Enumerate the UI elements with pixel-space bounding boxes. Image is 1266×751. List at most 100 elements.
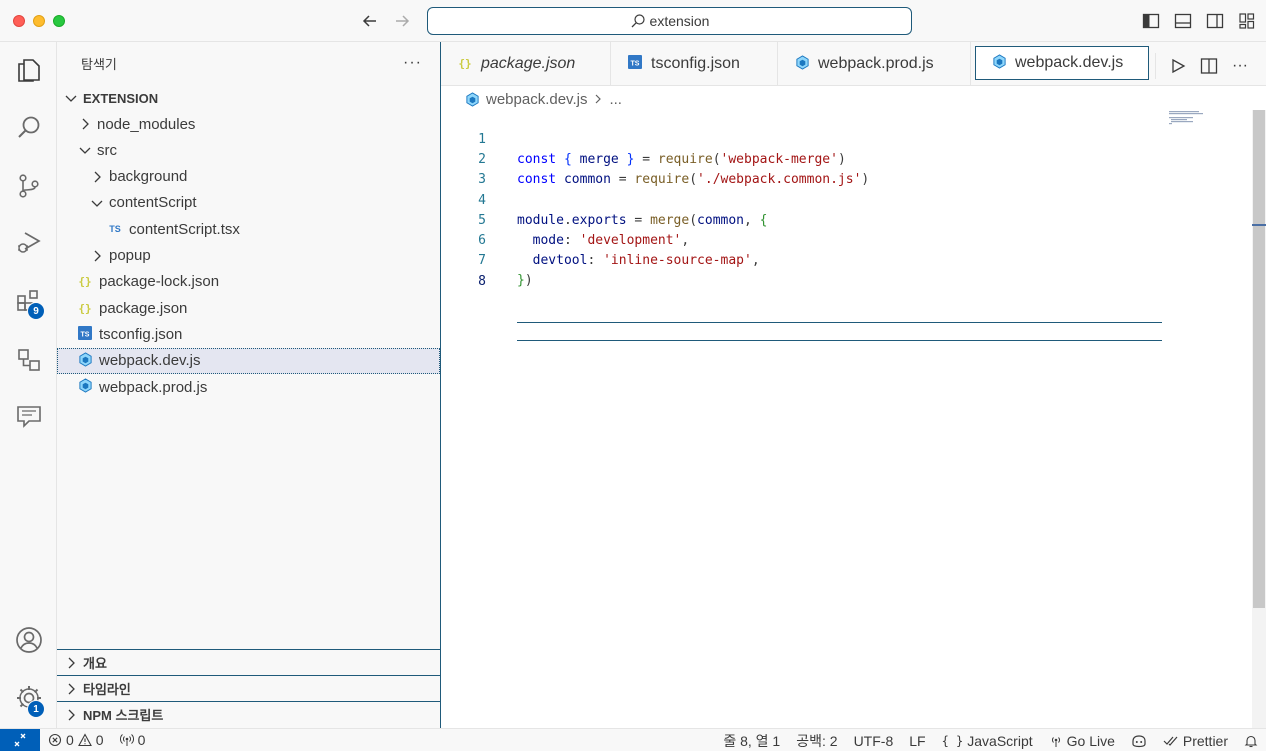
close-window-button[interactable] (13, 15, 25, 27)
tree-item-label: package.json (99, 299, 188, 317)
remote-indicator-button[interactable] (0, 728, 40, 751)
typescript-file-icon: TS (109, 224, 121, 235)
copilot-button[interactable] (1123, 734, 1155, 748)
prettier-button[interactable]: Prettier (1155, 733, 1236, 749)
tree-file[interactable]: {} package-lock.json (57, 269, 440, 295)
tree-file[interactable]: TS contentScript.tsx (57, 216, 440, 242)
back-arrow-icon[interactable] (360, 11, 380, 31)
ports-indicator[interactable]: 0 (112, 732, 154, 748)
remote-explorer-icon (17, 349, 40, 371)
tree-folder[interactable]: node_modules (57, 111, 440, 137)
go-live-button[interactable]: Go Live (1041, 733, 1123, 749)
json-file-icon: {} (458, 57, 472, 70)
tab-label: webpack.prod.js (818, 54, 934, 72)
explorer-activity-button[interactable] (0, 46, 57, 94)
activity-bar: 9 1 (0, 42, 57, 728)
go-live-text: Go Live (1066, 732, 1115, 749)
outline-section[interactable]: 개요 (57, 649, 440, 675)
toggle-primary-sidebar-icon[interactable] (1142, 12, 1160, 30)
breadcrumb-file[interactable]: webpack.dev.js (486, 91, 587, 108)
ports-count: 0 (137, 732, 146, 748)
settings-badge: 1 (27, 700, 45, 718)
explorer-sidebar: 탐색기 ··· EXTENSION node_modulessrc backgro… (57, 42, 441, 728)
tree-item-label: src (97, 141, 117, 159)
chevron-right-icon (68, 683, 75, 694)
search-icon (631, 14, 645, 28)
tree-item-label: tsconfig.json (99, 325, 183, 343)
chat-activity-button[interactable] (0, 392, 57, 440)
problems-indicator[interactable]: 0 0 (40, 732, 112, 748)
tab-tsconfig-json[interactable]: TS tsconfig.json (611, 42, 778, 85)
eol-text: LF (909, 732, 926, 749)
more-actions-icon[interactable]: ··· (1232, 57, 1248, 75)
chevron-right-icon (596, 94, 602, 104)
tsconfig-file-icon: TS (77, 325, 93, 343)
manage-activity-button[interactable]: 1 (0, 674, 57, 722)
explorer-title: 탐색기 (81, 56, 117, 72)
cursor-position-text: 줄 8, 열 1 (723, 732, 781, 749)
current-line-highlight (517, 322, 1162, 341)
npm-scripts-section[interactable]: NPM 스크립트 (57, 701, 440, 727)
forward-arrow-icon[interactable] (392, 11, 412, 31)
run-debug-activity-button[interactable] (0, 218, 57, 266)
customize-layout-icon[interactable] (1238, 12, 1256, 30)
tree-file[interactable]: TS tsconfig.json (57, 321, 440, 347)
accounts-activity-button[interactable] (0, 616, 57, 664)
tree-folder[interactable]: contentScript (57, 190, 440, 216)
encoding[interactable]: UTF-8 (846, 733, 902, 749)
tree-item-label: contentScript.tsx (129, 220, 240, 238)
tab-package-json[interactable]: {} package.json (441, 42, 611, 85)
source-control-activity-button[interactable] (0, 162, 57, 210)
braces-icon: { } (941, 733, 964, 748)
extensions-activity-button[interactable]: 9 (0, 278, 57, 326)
tree-file[interactable]: {} package.json (57, 295, 440, 321)
minimap[interactable] (1169, 110, 1249, 130)
remote-explorer-activity-button[interactable] (0, 336, 57, 384)
webpack-file-icon (992, 54, 1007, 72)
tab-webpack-prod-js[interactable]: webpack.prod.js (778, 42, 971, 85)
search-activity-button[interactable] (0, 104, 57, 152)
command-center-search[interactable]: extension (427, 7, 912, 35)
more-actions-button[interactable]: ··· (403, 54, 422, 72)
tree-folder[interactable]: popup (57, 243, 440, 269)
split-editor-icon[interactable] (1200, 57, 1218, 75)
code-line: 5 mode: 'development', (441, 191, 689, 248)
tree-folder[interactable]: src (57, 137, 440, 163)
layout-controls (1142, 12, 1256, 30)
indentation[interactable]: 공백: 2 (788, 731, 845, 751)
timeline-section[interactable]: 타임라인 (57, 675, 440, 701)
tree-file[interactable]: webpack.prod.js (57, 374, 440, 400)
breadcrumb-more[interactable]: ... (609, 91, 622, 108)
minimize-window-button[interactable] (33, 15, 45, 27)
tree-item-label: package-lock.json (99, 273, 220, 291)
toggle-panel-icon[interactable] (1174, 12, 1192, 30)
end-of-line[interactable]: LF (901, 733, 933, 749)
files-icon (17, 59, 40, 82)
svg-text:TS: TS (631, 61, 640, 68)
webpack-file-icon (466, 91, 479, 107)
svg-text:TS: TS (81, 331, 90, 338)
toggle-secondary-sidebar-icon[interactable] (1206, 12, 1224, 30)
cursor-position[interactable]: 줄 8, 열 1 (715, 731, 788, 751)
tree-file[interactable]: webpack.dev.js (57, 347, 440, 374)
run-debug-icon (17, 232, 41, 253)
language-mode[interactable]: { } JavaScript (934, 733, 1041, 749)
code-line: 3 (441, 150, 488, 187)
language-text: JavaScript (967, 732, 1033, 749)
error-icon (48, 733, 62, 747)
chevron-right-icon (68, 657, 75, 668)
scrollbar-thumb[interactable] (1253, 110, 1265, 608)
notifications-button[interactable] (1236, 734, 1266, 748)
tsconfig-file-icon: TS (627, 55, 643, 72)
breadcrumb: webpack.dev.js ... (465, 88, 622, 110)
broadcast-icon (119, 734, 134, 746)
status-bar: 0 0 0 줄 8, 열 1 공백: 2 UTF-8 LF { } JavaSc… (0, 728, 1266, 751)
editor-tabs: {} package.json TS tsconfig.json webpack… (441, 42, 1266, 86)
tree-folder[interactable]: background (57, 164, 440, 190)
maximize-window-button[interactable] (53, 15, 65, 27)
tree-item-label: background (109, 168, 188, 186)
command-center-text: extension (649, 13, 710, 29)
tab-webpack-dev-js[interactable]: webpack.dev.js (975, 46, 1149, 80)
explorer-root-folder[interactable]: EXTENSION (57, 85, 440, 111)
run-icon[interactable] (1170, 58, 1186, 74)
